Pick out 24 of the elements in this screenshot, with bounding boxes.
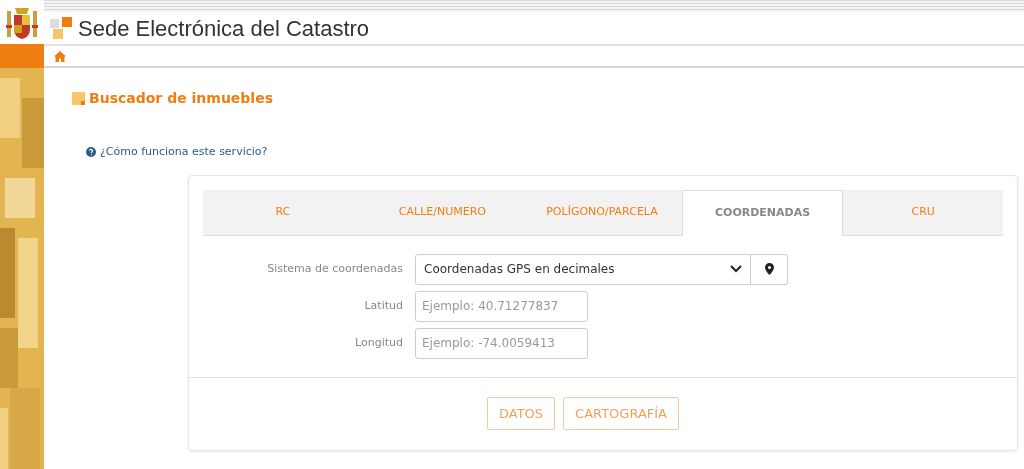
tab[interactable]: RC <box>203 189 363 235</box>
input-field[interactable]: Ejemplo: 40.71277837 <box>415 290 588 322</box>
action-button[interactable]: CARTOGRAFÍA <box>563 396 679 430</box>
action-button[interactable]: DATOS <box>487 396 556 430</box>
square-icon <box>72 92 85 105</box>
location-button[interactable] <box>751 253 788 285</box>
tab[interactable]: POLÍGONO/PARCELA <box>522 189 682 235</box>
help-link[interactable]: ¿Cómo funciona este servicio? <box>100 144 268 161</box>
help-icon <box>86 147 96 158</box>
select-field[interactable]: Coordenadas GPS en decimales <box>415 253 751 285</box>
tab[interactable]: COORDENADAS <box>681 189 844 236</box>
field-label: Sistema de coordenadas <box>266 260 403 277</box>
accent-bar <box>0 44 44 68</box>
chevron-down-icon <box>730 265 742 273</box>
field-label: Longitud <box>354 334 403 351</box>
logo-icon <box>50 17 72 39</box>
input-field[interactable]: Ejemplo: -74.0059413 <box>415 327 588 359</box>
field-label: Latitud <box>363 297 403 314</box>
location-pin-icon <box>764 263 774 275</box>
page-heading: Buscador de inmuebles <box>89 89 273 108</box>
site-title: Sede Electrónica del Catastro <box>78 14 370 43</box>
tab[interactable]: CRU <box>843 189 1003 235</box>
tab[interactable]: CALLE/NUMERO <box>362 189 523 235</box>
home-icon[interactable] <box>54 50 66 62</box>
